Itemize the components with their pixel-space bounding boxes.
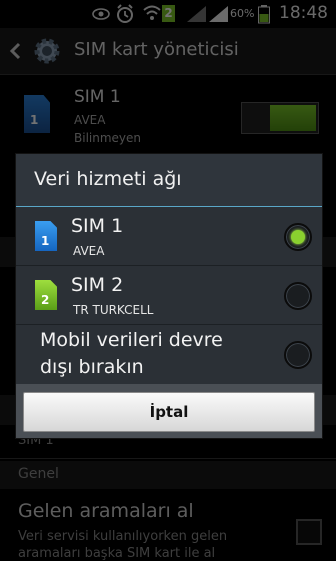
battery-percent: 60% — [230, 7, 255, 20]
back-icon[interactable] — [9, 42, 21, 60]
sim-2-indicator-icon: 2 — [162, 5, 175, 22]
eye-icon — [92, 8, 110, 20]
option-sim1-name: SIM 1 — [71, 215, 124, 237]
sim1-icon: 1 — [35, 221, 57, 251]
dialog-title: Veri hizmeti ağı — [34, 168, 182, 190]
action-bar: SIM kart yöneticisi — [0, 28, 336, 75]
sim1-card[interactable]: 1 SIM 1 AVEA Bilinmeyen — [0, 75, 336, 155]
sim1-card-status: Bilinmeyen — [74, 131, 142, 145]
radio-disable-mobile-data[interactable] — [284, 341, 312, 369]
sim2-icon: 2 — [35, 280, 57, 310]
radio-sim1[interactable] — [284, 223, 312, 251]
sim1-card-name: SIM 1 — [74, 87, 121, 107]
radio-sim2[interactable] — [284, 282, 312, 310]
sim1-toggle[interactable] — [241, 102, 319, 134]
signal-icon-2 — [209, 6, 228, 22]
incoming-calls-checkbox[interactable] — [296, 519, 322, 545]
incoming-calls-desc-2: aramaları başka SIM kart ile al — [18, 546, 216, 561]
status-clock: 18:48 — [279, 3, 328, 23]
incoming-calls-desc-1: Veri servisi kullanılıyorken gelen — [18, 529, 228, 544]
section-general-label: Genel — [18, 466, 59, 482]
page-title: SIM kart yöneticisi — [74, 39, 239, 60]
option-sim1-operator: AVEA — [73, 244, 105, 258]
option-sim1[interactable]: 1 SIM 1 AVEA — [16, 207, 322, 266]
sim1-card-operator: AVEA — [74, 113, 106, 127]
alarm-icon — [117, 4, 133, 23]
cancel-button[interactable]: İptal — [23, 392, 315, 432]
wifi-icon — [143, 5, 161, 20]
data-network-dialog: Veri hizmeti ağı 1 SIM 1 AVEA 2 SIM 2 TR… — [15, 153, 323, 439]
section-header-general: Genel — [0, 461, 336, 489]
incoming-calls-title: Gelen aramaları al — [18, 500, 194, 522]
option-sim2-name: SIM 2 — [71, 274, 124, 296]
dialog-header: Veri hizmeti ağı — [16, 154, 322, 207]
status-bar: 2 60% 18:48 — [0, 0, 336, 28]
incoming-calls-setting[interactable]: Gelen aramaları al Veri servisi kullanıl… — [0, 490, 336, 561]
option-sim2-operator: TR TURKCELL — [73, 303, 154, 317]
option-sim2[interactable]: 2 SIM 2 TR TURKCELL — [16, 266, 322, 325]
sim1-card-icon: 1 — [24, 95, 50, 133]
battery-icon — [258, 5, 270, 24]
option-disable-mobile-data[interactable]: Mobil verileri devre dışı bırakın — [16, 325, 322, 383]
option-disable-label-1: Mobil verileri devre — [40, 329, 223, 351]
divider — [0, 458, 336, 459]
gear-icon[interactable] — [32, 36, 62, 66]
signal-icon — [187, 6, 206, 22]
option-disable-label-2: dışı bırakın — [40, 356, 144, 378]
